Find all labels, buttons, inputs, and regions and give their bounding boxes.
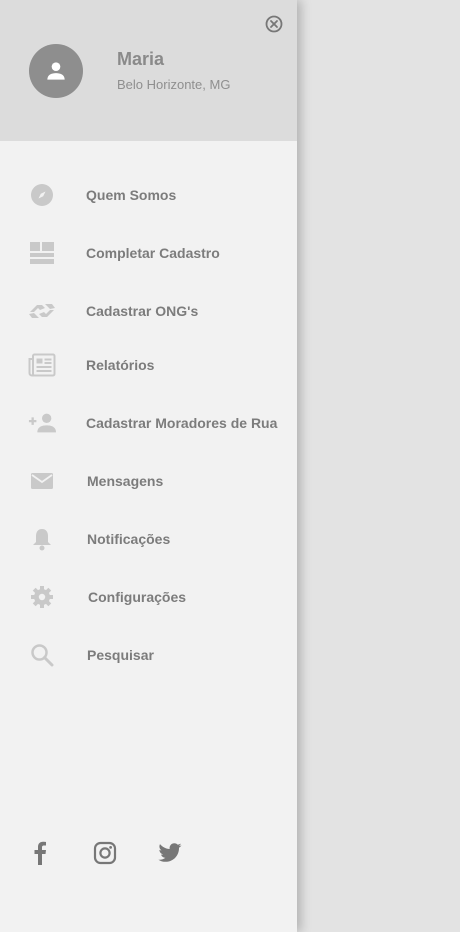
dashboard-layout-icon — [28, 239, 56, 267]
menu-item-label: Mensagens — [87, 473, 164, 489]
menu-item-label: Quem Somos — [86, 187, 177, 203]
navigation-drawer: Maria Belo Horizonte, MG Quem Somos Comp… — [0, 0, 297, 932]
search-icon — [28, 641, 56, 669]
menu-item-label: Configurações — [88, 589, 187, 605]
instagram-icon[interactable] — [91, 839, 119, 867]
compass-icon — [28, 181, 56, 209]
close-icon[interactable] — [265, 15, 283, 33]
menu-item-label: Relatórios — [86, 357, 155, 373]
menu-item-relatorios[interactable]: Relatórios — [0, 345, 297, 385]
menu-item-cadastrar-ongs[interactable]: Cadastrar ONG's — [0, 291, 297, 331]
menu-item-label: Pesquisar — [87, 647, 154, 663]
user-name: Maria — [117, 49, 165, 69]
menu-item-completar-cadastro[interactable]: Completar Cadastro — [0, 233, 297, 273]
gear-icon — [28, 583, 56, 611]
facebook-icon[interactable] — [26, 839, 54, 867]
menu-item-label: Cadastrar ONG's — [86, 303, 199, 319]
menu-item-pesquisar[interactable]: Pesquisar — [0, 635, 297, 675]
avatar[interactable] — [29, 44, 83, 98]
menu-item-cadastrar-moradores[interactable]: Cadastrar Moradores de Rua — [0, 403, 297, 443]
twitter-icon[interactable] — [156, 839, 184, 867]
menu-item-label: Notificações — [87, 531, 171, 547]
person-add-icon — [28, 409, 56, 437]
person-icon — [47, 62, 65, 80]
menu-item-quem-somos[interactable]: Quem Somos — [0, 175, 297, 215]
mail-icon — [28, 467, 56, 495]
menu-item-label: Completar Cadastro — [86, 245, 220, 261]
user-location: Belo Horizonte, MG — [117, 77, 231, 92]
menu-item-mensagens[interactable]: Mensagens — [0, 461, 297, 501]
drawer-header: Maria Belo Horizonte, MG — [0, 0, 297, 141]
handshake-icon — [28, 297, 56, 325]
menu-item-notificacoes[interactable]: Notificações — [0, 519, 297, 559]
bell-icon — [28, 525, 56, 553]
menu-item-configuracoes[interactable]: Configurações — [0, 577, 297, 617]
menu-item-label: Cadastrar Moradores de Rua — [86, 415, 278, 431]
newspaper-icon — [28, 351, 56, 379]
